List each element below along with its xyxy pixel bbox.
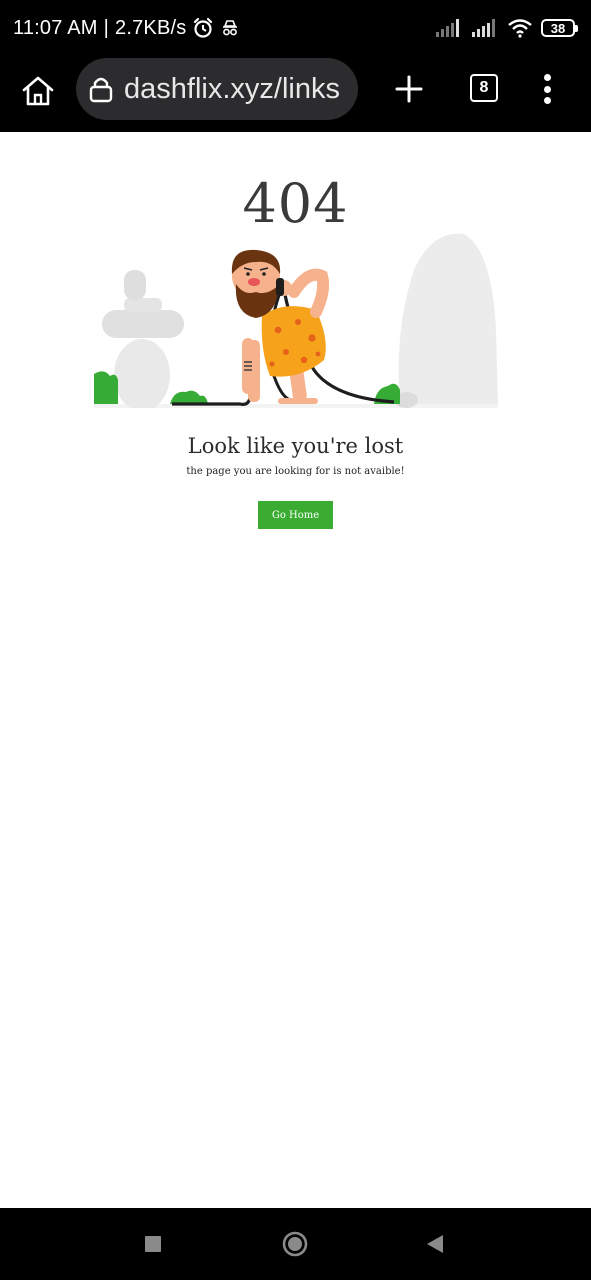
menu-dot <box>543 85 551 93</box>
address-bar[interactable]: dashflix.xyz/links <box>76 58 358 120</box>
status-left: 11:07 AM | 2.7KB/s <box>13 14 240 42</box>
menu-dot <box>543 97 551 104</box>
more-vert-icon <box>543 74 551 81</box>
page-subtitle: the page you are looking for is not avai… <box>186 466 405 477</box>
status-right: 38 <box>435 14 578 42</box>
system-nav-bar <box>0 1208 591 1280</box>
wifi-icon <box>508 19 532 38</box>
browser-toolbar: dashflix.xyz/links 8 <box>0 56 591 132</box>
home-icon <box>22 76 54 106</box>
status-speed: 2.7KB/s <box>115 16 187 39</box>
caveman-illustration <box>94 233 498 408</box>
back-icon[interactable] <box>426 1234 444 1254</box>
status-separator: | <box>103 16 110 39</box>
error-code: 404 <box>242 172 349 235</box>
page-content: 404 Look like you're lost the page you a… <box>0 132 591 1208</box>
url-text: dashflix.xyz/links <box>124 72 340 105</box>
battery-indicator: 38 <box>541 19 578 37</box>
status-bar: 11:07 AM | 2.7KB/s 38 <box>0 0 591 56</box>
page-title: Look like you're lost <box>187 434 404 458</box>
signal-icon <box>472 19 495 37</box>
more-menu-button[interactable] <box>536 70 558 108</box>
tabs-button[interactable]: 8 <box>470 74 498 102</box>
signal-icon <box>436 19 459 37</box>
alarm-icon <box>194 17 213 38</box>
lock-icon <box>89 77 113 103</box>
home-circle-icon[interactable] <box>282 1231 308 1257</box>
home-button[interactable] <box>18 71 58 111</box>
recents-icon[interactable] <box>145 1236 161 1252</box>
new-tab-button[interactable] <box>390 70 428 108</box>
plus-icon <box>395 75 423 103</box>
go-home-button[interactable]: Go Home <box>258 501 333 529</box>
status-time: 11:07 AM <box>13 16 98 39</box>
incognito-icon <box>223 20 238 36</box>
